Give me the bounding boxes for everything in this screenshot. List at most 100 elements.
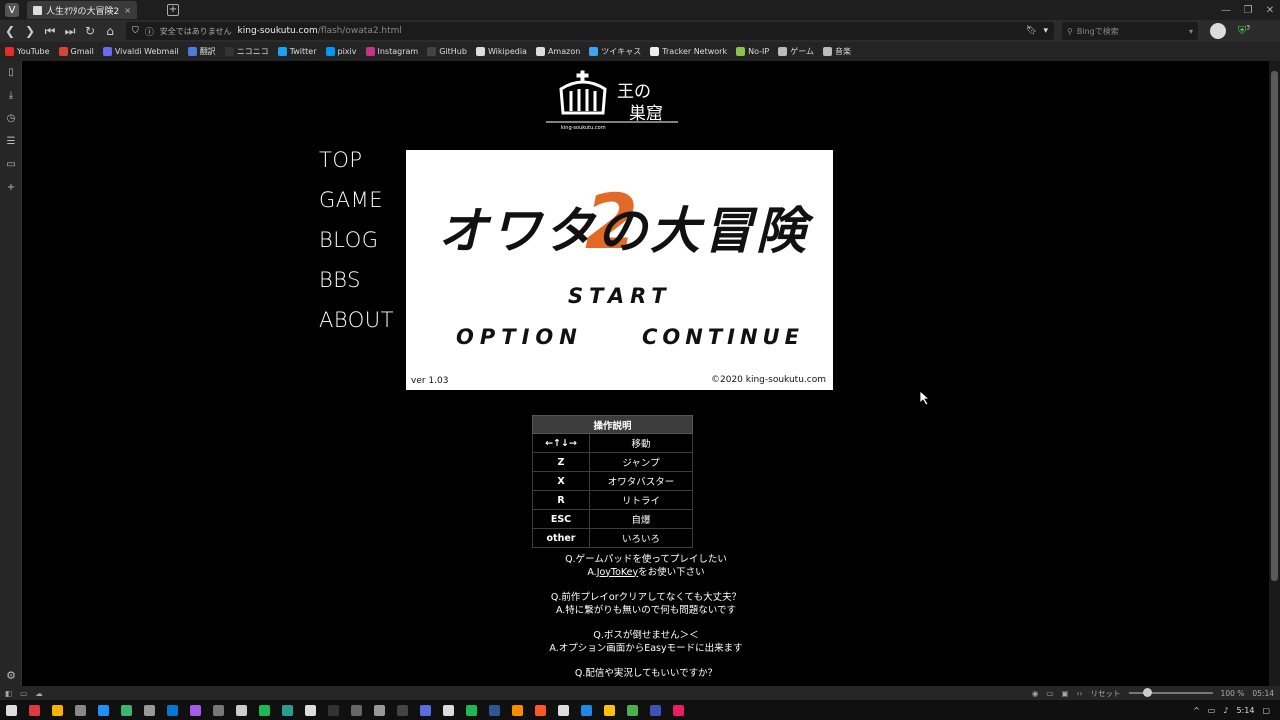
- bookmark-item[interactable]: No-IP: [736, 47, 769, 56]
- nav-top[interactable]: TOP: [319, 145, 394, 185]
- maximize-button[interactable]: ❐: [1238, 5, 1258, 16]
- info-icon[interactable]: ⓘ: [145, 25, 154, 38]
- bookmark-item[interactable]: ゲーム: [778, 46, 814, 57]
- taskbar-app-icon[interactable]: [575, 700, 598, 720]
- bookmark-item[interactable]: Gmail: [58, 47, 94, 56]
- taskbar-app-icon[interactable]: [69, 700, 92, 720]
- vivaldi-menu-icon[interactable]: V: [5, 3, 19, 17]
- nav-bbs[interactable]: BBS: [319, 265, 394, 305]
- bookmarks-panel-icon[interactable]: ▯: [0, 61, 22, 84]
- taskbar-app-icon[interactable]: [552, 700, 575, 720]
- taskbar-app-icon[interactable]: [460, 700, 483, 720]
- bookmark-item[interactable]: 音楽: [822, 46, 851, 57]
- taskbar-app-icon[interactable]: [276, 700, 299, 720]
- nav-game[interactable]: GAME: [319, 185, 394, 225]
- network-icon[interactable]: ▭: [1208, 706, 1216, 715]
- tab-close-icon[interactable]: ×: [124, 6, 131, 15]
- taskbar-app-icon[interactable]: [506, 700, 529, 720]
- bookmark-item[interactable]: Tracker Network: [650, 47, 727, 56]
- code-icon[interactable]: ‹›: [1077, 689, 1083, 698]
- taskbar-app-icon[interactable]: [322, 700, 345, 720]
- taskbar-app-icon[interactable]: [23, 700, 46, 720]
- back-icon[interactable]: ❮: [0, 24, 20, 38]
- window-panel-icon[interactable]: ▭: [0, 153, 22, 176]
- minimize-button[interactable]: —: [1216, 5, 1236, 16]
- close-window-button[interactable]: ✕: [1260, 5, 1280, 16]
- taskbar-app-icon[interactable]: [391, 700, 414, 720]
- bookmark-item[interactable]: YouTube: [5, 47, 50, 56]
- downloads-panel-icon[interactable]: ⤓: [0, 84, 22, 107]
- taskbar-app-icon[interactable]: [529, 700, 552, 720]
- continue-button[interactable]: CONTINUE: [642, 325, 804, 349]
- panel-toggle-icon[interactable]: ◧: [5, 689, 12, 698]
- rewind-icon[interactable]: ⏮: [40, 24, 60, 39]
- profile-avatar[interactable]: [1210, 23, 1226, 39]
- taskbar-app-icon[interactable]: [437, 700, 460, 720]
- shield-icon[interactable]: ⛉: [132, 26, 139, 36]
- home-icon[interactable]: ⌂: [100, 24, 120, 38]
- settings-gear-icon[interactable]: ⚙: [0, 669, 22, 682]
- bookmark-item[interactable]: ニコニコ: [224, 46, 269, 57]
- tiling-icon[interactable]: ▭: [20, 689, 27, 698]
- scrollbar-thumb[interactable]: [1271, 71, 1278, 581]
- new-tab-button[interactable]: +: [167, 4, 179, 16]
- image-icon[interactable]: ▣: [1061, 689, 1068, 698]
- zoom-slider[interactable]: [1128, 688, 1213, 697]
- bookmark-item[interactable]: Instagram: [365, 47, 418, 56]
- page-tiling-icon[interactable]: ▭: [1046, 689, 1053, 698]
- taskbar-app-icon[interactable]: [161, 700, 184, 720]
- zoom-reset-label[interactable]: リセット: [1091, 688, 1121, 699]
- taskbar-app-icon[interactable]: [414, 700, 437, 720]
- forward-icon[interactable]: ❯: [20, 24, 40, 38]
- notes-panel-icon[interactable]: ☰: [0, 130, 22, 153]
- option-button[interactable]: OPTION: [456, 325, 583, 349]
- volume-icon[interactable]: ♪: [1223, 706, 1228, 715]
- taskbar-app-icon[interactable]: [253, 700, 276, 720]
- bookmark-item[interactable]: pixiv: [325, 47, 357, 56]
- extension-shield-icon[interactable]: ⛨3: [1238, 24, 1250, 38]
- reload-icon[interactable]: ↻: [80, 24, 100, 38]
- capture-icon[interactable]: ◉: [1032, 689, 1039, 698]
- bookmark-item[interactable]: Wikipedia: [475, 47, 527, 56]
- game-canvas[interactable]: 2 オワタの大冒険 START OPTION CONTINUE ver 1.03…: [406, 150, 833, 390]
- url-field[interactable]: ⛉ ⓘ 安全ではありません king-soukutu.com/flash/owa…: [126, 22, 1054, 40]
- history-panel-icon[interactable]: ◷: [0, 107, 22, 130]
- taskbar-app-icon[interactable]: [667, 700, 690, 720]
- page-scrollbar[interactable]: [1269, 61, 1280, 686]
- start-button[interactable]: START: [568, 284, 672, 308]
- bookmark-item[interactable]: ツイキャス: [589, 46, 641, 57]
- nav-blog[interactable]: BLOG: [319, 225, 394, 265]
- chevron-down-icon[interactable]: ▾: [1043, 26, 1048, 36]
- joytokey-link[interactable]: JoyToKey: [597, 567, 638, 578]
- bookmark-item[interactable]: Vivaldi Webmail: [102, 47, 179, 56]
- taskbar-app-icon[interactable]: [345, 700, 368, 720]
- nav-about[interactable]: ABOUT: [319, 305, 394, 345]
- taskbar-app-icon[interactable]: [299, 700, 322, 720]
- tab-active[interactable]: 人生ｵﾜﾀの大冒険2 ×: [27, 1, 137, 19]
- fast-forward-icon[interactable]: ⏭: [60, 24, 80, 39]
- taskbar-app-icon[interactable]: [368, 700, 391, 720]
- taskbar-app-icon[interactable]: [138, 700, 161, 720]
- taskbar-app-icon[interactable]: [644, 700, 667, 720]
- notification-icon[interactable]: ▢: [1262, 706, 1270, 715]
- windows-start-icon[interactable]: [0, 700, 23, 720]
- taskbar-app-icon[interactable]: [230, 700, 253, 720]
- bookmark-item[interactable]: GitHub: [427, 47, 467, 56]
- taskbar-app-icon[interactable]: [207, 700, 230, 720]
- bookmark-page-icon[interactable]: 🔖︎: [1026, 26, 1037, 36]
- bookmark-item[interactable]: Twitter: [277, 47, 317, 56]
- search-engine-chevron-icon[interactable]: ▾: [1189, 27, 1193, 36]
- zoom-slider-knob[interactable]: [1142, 688, 1152, 697]
- taskbar-app-icon[interactable]: [598, 700, 621, 720]
- add-panel-icon[interactable]: +: [0, 176, 22, 199]
- taskbar-app-icon[interactable]: [483, 700, 506, 720]
- taskbar-clock[interactable]: 5:14: [1236, 706, 1254, 715]
- taskbar-app-icon[interactable]: [92, 700, 115, 720]
- search-field[interactable]: ⚲ Bingで検索 ▾: [1062, 22, 1198, 40]
- bookmark-item[interactable]: Amazon: [535, 47, 580, 56]
- site-logo[interactable]: 王の 巣窟 king-soukutu.com: [543, 67, 683, 131]
- bookmark-item[interactable]: 翻訳: [187, 46, 216, 57]
- taskbar-app-icon[interactable]: [621, 700, 644, 720]
- tray-arrow-icon[interactable]: ^: [1193, 706, 1200, 715]
- taskbar-app-icon[interactable]: [46, 700, 69, 720]
